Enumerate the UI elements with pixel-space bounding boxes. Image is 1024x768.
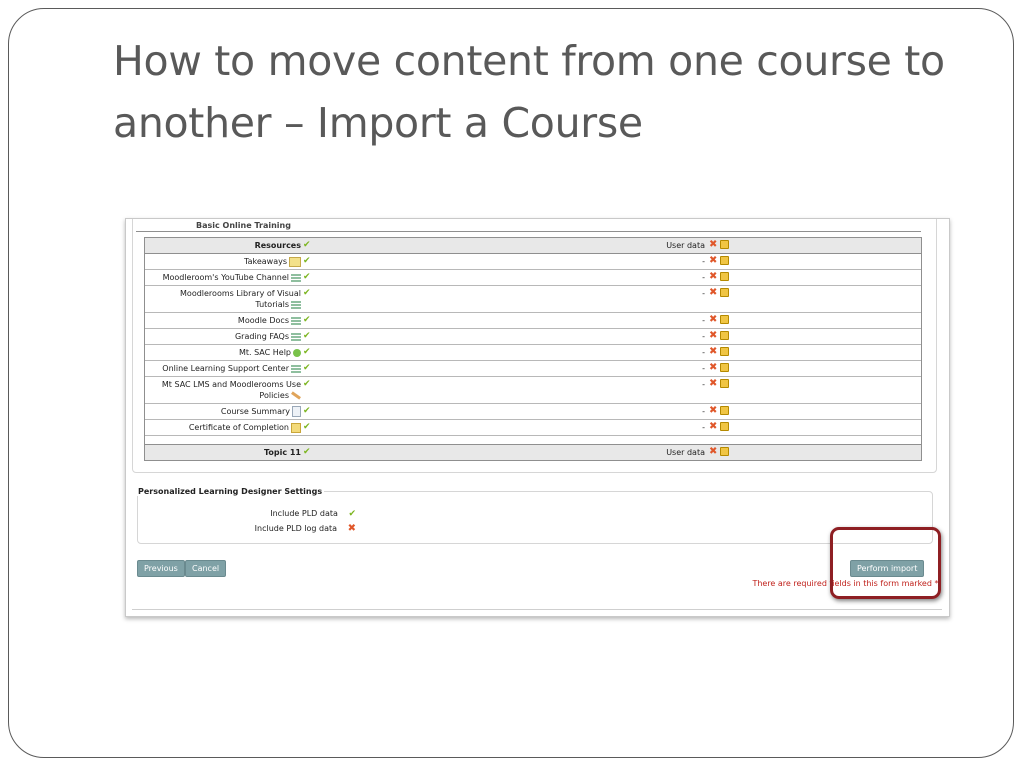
user-data-cross-icon[interactable]: ✖ <box>709 271 717 282</box>
cut-off-row: Basic Online Training <box>136 221 921 232</box>
lock-icon[interactable] <box>720 347 730 356</box>
include-resource-checkbox[interactable]: ✔ <box>303 422 311 432</box>
cut-off-row-label: Basic Online Training <box>196 221 291 230</box>
include-pld-log-label: Include PLD log data <box>254 524 338 533</box>
page-icon <box>291 300 301 309</box>
user-data-cross-icon[interactable]: ✖ <box>709 239 717 250</box>
resource-label: Grading FAQs <box>234 332 289 341</box>
slide-title: How to move content from one course to a… <box>113 37 945 147</box>
table-row: Online Learning Support Center ✔ - ✖ <box>145 361 921 377</box>
include-pld-log-checkbox[interactable]: ✖ <box>348 523 356 534</box>
pld-settings-legend: Personalized Learning Designer Settings <box>136 487 325 496</box>
user-data-label: User data <box>666 448 705 457</box>
lock-icon[interactable] <box>720 256 730 265</box>
table-spacer <box>145 436 921 445</box>
user-data-cross-icon[interactable]: ✖ <box>709 287 717 298</box>
table-row: Moodlerooms Library of Visual Tutorials … <box>145 286 921 313</box>
import-screenshot: Basic Online Training Resources ✔ User d… <box>125 218 950 617</box>
include-resource-checkbox[interactable]: ✔ <box>303 347 311 357</box>
user-data-value: - <box>702 423 705 432</box>
include-section-checkbox[interactable]: ✔ <box>303 447 311 457</box>
resource-label: Moodleroom's YouTube Channel <box>162 273 289 282</box>
lock-icon[interactable] <box>720 240 730 249</box>
include-resource-checkbox[interactable]: ✔ <box>303 315 311 325</box>
table-row: Takeaways ✔ - ✖ <box>145 254 921 270</box>
table-row: Certificate of Completion ✔ - ✖ <box>145 420 921 436</box>
user-data-value: - <box>702 380 705 389</box>
section-label: Resources <box>254 241 301 250</box>
user-data-cross-icon[interactable]: ✖ <box>709 346 717 357</box>
resource-label: Online Learning Support Center <box>162 364 289 373</box>
page-icon <box>291 364 301 373</box>
lock-icon[interactable] <box>720 363 730 372</box>
user-data-value: - <box>702 257 705 266</box>
cancel-button[interactable]: Cancel <box>185 560 227 577</box>
include-resource-checkbox[interactable]: ✔ <box>303 256 311 266</box>
lock-icon[interactable] <box>720 272 730 281</box>
certificate-icon <box>291 422 301 433</box>
page-icon <box>291 316 301 325</box>
pencil-icon <box>291 391 301 400</box>
include-pld-log-row: Include PLD log data ✖ <box>126 523 356 534</box>
perform-import-highlight <box>830 527 941 599</box>
table-row: Moodle Docs ✔ - ✖ <box>145 313 921 329</box>
user-data-value: - <box>702 316 705 325</box>
lock-icon[interactable] <box>720 331 730 340</box>
resource-label: Takeaways <box>244 257 287 266</box>
note-icon <box>289 256 301 267</box>
table-row: Course Summary ✔ - ✖ <box>145 404 921 420</box>
lock-icon[interactable] <box>720 406 730 415</box>
user-data-cross-icon[interactable]: ✖ <box>709 446 717 457</box>
include-resource-checkbox[interactable]: ✔ <box>303 379 311 389</box>
user-data-cross-icon[interactable]: ✖ <box>709 405 717 416</box>
section-label: Topic 11 <box>263 448 301 457</box>
user-data-value: - <box>702 407 705 416</box>
lock-icon[interactable] <box>720 447 730 456</box>
resource-label: Certificate of Completion <box>188 423 289 432</box>
user-data-cross-icon[interactable]: ✖ <box>709 421 717 432</box>
user-data-cross-icon[interactable]: ✖ <box>709 378 717 389</box>
include-resource-checkbox[interactable]: ✔ <box>303 272 311 282</box>
table-row: Mt SAC LMS and Moodlerooms Use Policies … <box>145 377 921 404</box>
lock-icon[interactable] <box>720 288 730 297</box>
user-data-cross-icon[interactable]: ✖ <box>709 362 717 373</box>
user-data-value: - <box>702 332 705 341</box>
section-row-topic-11: Topic 11 ✔ User data ✖ <box>145 445 921 461</box>
page-icon <box>291 273 301 282</box>
include-pld-data-row: Include PLD data ✔ <box>126 509 356 519</box>
resource-label: Moodle Docs <box>237 316 289 325</box>
table-row: Moodleroom's YouTube Channel ✔ - ✖ <box>145 270 921 286</box>
include-section-checkbox[interactable]: ✔ <box>303 240 311 250</box>
lock-icon[interactable] <box>720 422 730 431</box>
resource-label: Mt SAC LMS and Moodlerooms Use Policies <box>161 380 301 400</box>
table-row: Grading FAQs ✔ - ✖ <box>145 329 921 345</box>
include-resource-checkbox[interactable]: ✔ <box>303 288 311 298</box>
resource-label: Course Summary <box>220 407 290 416</box>
include-pld-data-label: Include PLD data <box>270 509 338 518</box>
form-footer-divider <box>132 609 942 610</box>
resource-label: Mt. SAC Help <box>238 348 291 357</box>
user-data-label: User data <box>666 241 705 250</box>
lock-icon[interactable] <box>720 315 730 324</box>
user-data-value: - <box>702 273 705 282</box>
import-content-table: Resources ✔ User data ✖ Takeaways ✔ - ✖ … <box>144 237 922 461</box>
include-resource-checkbox[interactable]: ✔ <box>303 331 311 341</box>
user-data-cross-icon[interactable]: ✖ <box>709 314 717 325</box>
globe-icon <box>293 348 301 357</box>
lock-icon[interactable] <box>720 379 730 388</box>
include-resource-checkbox[interactable]: ✔ <box>303 363 311 373</box>
include-pld-data-checkbox[interactable]: ✔ <box>348 509 356 519</box>
user-data-cross-icon[interactable]: ✖ <box>709 330 717 341</box>
user-data-value: - <box>702 289 705 298</box>
include-resource-checkbox[interactable]: ✔ <box>303 406 311 416</box>
user-data-value: - <box>702 348 705 357</box>
page-icon <box>291 332 301 341</box>
resource-label: Moodlerooms Library of Visual Tutorials <box>180 289 301 309</box>
document-icon <box>292 406 301 417</box>
section-row-resources: Resources ✔ User data ✖ <box>145 238 921 254</box>
user-data-value: - <box>702 364 705 373</box>
previous-button[interactable]: Previous <box>137 560 185 577</box>
user-data-cross-icon[interactable]: ✖ <box>709 255 717 266</box>
table-row: Mt. SAC Help ✔ - ✖ <box>145 345 921 361</box>
